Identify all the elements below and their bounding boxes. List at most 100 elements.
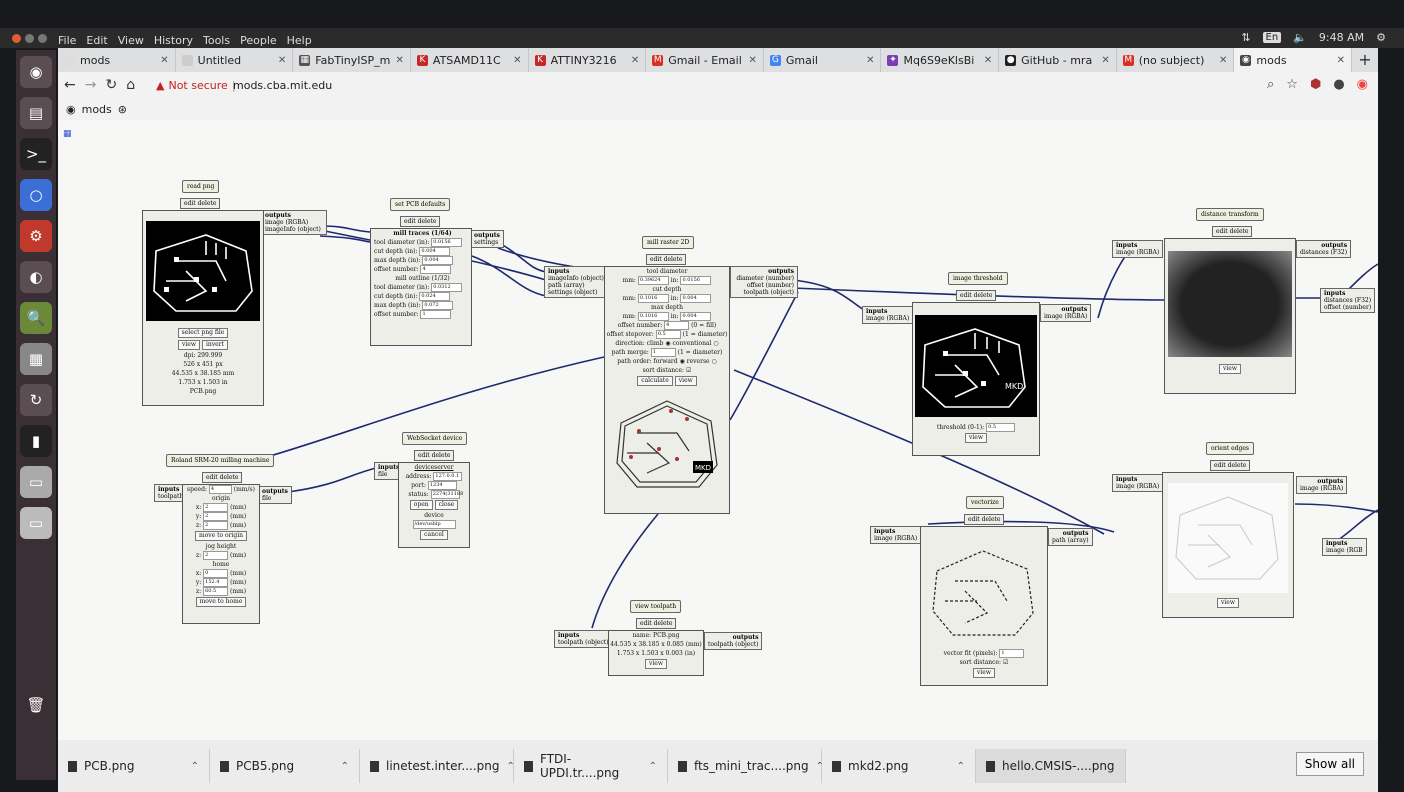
sort-distance-checkbox[interactable]: ☑	[1003, 659, 1008, 666]
url-field[interactable]: mods.cba.mit.edu	[233, 79, 332, 92]
chevron-up-icon[interactable]: ⌃	[649, 761, 657, 772]
chevron-up-icon[interactable]: ⌃	[191, 761, 199, 772]
view-button[interactable]: view	[973, 668, 995, 678]
chevron-up-icon[interactable]: ⌃	[957, 761, 965, 772]
download-item[interactable]: linetest.inter....png ⌃	[360, 749, 515, 783]
keyboard-language[interactable]: En	[1262, 32, 1282, 43]
offset-number-field[interactable]: 4	[420, 265, 452, 274]
menu-edit[interactable]: Edit	[86, 34, 107, 47]
tab-attiny3216[interactable]: K ATTINY3216 ✕	[529, 48, 647, 72]
select-png-button[interactable]: select png file	[177, 328, 229, 338]
close-icon[interactable]: ✕	[984, 55, 992, 66]
direction-climb-radio[interactable]: direction: climb	[615, 340, 663, 347]
mouse-icon[interactable]: ◐	[20, 261, 52, 293]
globe-icon[interactable]: ⊛	[118, 103, 127, 116]
jog-height-field[interactable]: 2	[203, 551, 229, 560]
image-viewer-icon[interactable]: 🔍	[20, 302, 52, 334]
drive-icon[interactable]: ▭	[20, 466, 52, 498]
cut-depth-mm-field[interactable]: 0.1016	[637, 294, 669, 303]
show-all-button[interactable]: Show all	[1295, 752, 1364, 776]
tab-mods[interactable]: mods ✕	[58, 48, 176, 72]
cut-depth-field[interactable]: 0.004	[419, 247, 451, 256]
close-icon[interactable]: ✕	[866, 55, 874, 66]
trash-icon[interactable]: 🗑	[20, 689, 52, 721]
network-icon[interactable]: ⇅	[1241, 31, 1250, 44]
tab-fabtinyisp[interactable]: ▦ FabTinyISP_m ✕	[293, 48, 411, 72]
cut-depth-in-field[interactable]: 0.004	[680, 294, 712, 303]
vectorize-edit-delete[interactable]: edit delete	[964, 514, 1005, 525]
origin-z-field[interactable]: 2	[203, 521, 229, 530]
mods-canvas[interactable]: ▦ read png edit delete outputs image (RG…	[58, 120, 1378, 740]
menu-view[interactable]: View	[118, 34, 144, 47]
extension-icon[interactable]: ●	[1333, 77, 1344, 92]
path-order-forward-radio[interactable]: path order: forward	[617, 358, 677, 365]
chrome-icon[interactable]: ○	[20, 179, 52, 211]
move-to-origin-button[interactable]: move to origin	[194, 531, 248, 541]
download-item[interactable]: hello.CMSIS-....png	[976, 749, 1126, 783]
download-item[interactable]: FTDI-UPDI.tr....png ⌃	[514, 749, 668, 783]
view-button[interactable]: view	[177, 340, 200, 350]
offset-stepover-field[interactable]: 0.5	[655, 330, 681, 339]
close-icon[interactable]: ✕	[748, 55, 756, 66]
files-icon[interactable]: ▤	[20, 97, 52, 129]
invert-button[interactable]: invert	[201, 340, 228, 350]
usb-drive-icon[interactable]: ▭	[20, 507, 52, 539]
home-z-field[interactable]: 60.5	[203, 587, 229, 596]
orient-edges-edit-delete[interactable]: edit delete	[1210, 460, 1251, 471]
view-button[interactable]: view	[1217, 598, 1239, 608]
download-item[interactable]: fts_mini_trac....png ⌃	[668, 749, 824, 783]
view-button[interactable]: view	[645, 659, 667, 669]
reload-icon[interactable]: ↻	[105, 77, 117, 93]
tab-gmail-email[interactable]: M Gmail - Email ✕	[646, 48, 764, 72]
roland-title[interactable]: Roland SRM-20 milling machine	[166, 454, 275, 467]
vectorize-title[interactable]: vectorize	[966, 496, 1004, 509]
max-depth-in-field[interactable]: 0.004	[680, 312, 712, 321]
home-icon[interactable]: ⌂	[126, 77, 135, 93]
view-button[interactable]: view	[1219, 364, 1241, 374]
outline-max-depth-field[interactable]: 0.072	[422, 301, 454, 310]
address-field[interactable]: 127.0.0.1	[433, 472, 463, 481]
close-icon[interactable]: ✕	[631, 55, 639, 66]
menu-file[interactable]: File	[58, 34, 76, 47]
outline-offset-number-field[interactable]: 1	[420, 310, 452, 319]
ubuntu-logo-icon[interactable]: ◉	[20, 56, 52, 88]
direction-conventional-radio[interactable]: conventional	[672, 340, 711, 347]
offset-number-field[interactable]: 4	[664, 321, 690, 330]
pcb-defaults-edit-delete[interactable]: edit delete	[400, 216, 441, 227]
sort-distance-checkbox[interactable]: ☑	[686, 367, 691, 374]
tool-diameter-field[interactable]: 0.0156	[431, 238, 463, 247]
roland-edit-delete[interactable]: edit delete	[202, 472, 243, 483]
mill-traces-button[interactable]: mill traces (1/64)	[374, 229, 471, 238]
menu-people[interactable]: People	[240, 34, 277, 47]
mill-raster-edit-delete[interactable]: edit delete	[646, 254, 687, 265]
calculator-icon[interactable]: ▦	[20, 343, 52, 375]
home-y-field[interactable]: 152.4	[203, 578, 229, 587]
device-field[interactable]: /dev/usblp	[412, 520, 456, 529]
close-button[interactable]: close	[434, 500, 459, 510]
window-controls[interactable]	[12, 34, 47, 43]
terminal-icon[interactable]: >_	[20, 138, 52, 170]
open-button[interactable]: open	[409, 500, 433, 510]
close-icon[interactable]: ✕	[160, 55, 168, 66]
menu-help[interactable]: Help	[287, 34, 312, 47]
download-item[interactable]: mkd2.png ⌃	[822, 749, 976, 783]
distance-transform-edit-delete[interactable]: edit delete	[1212, 226, 1253, 237]
download-item[interactable]: PCB5.png ⌃	[210, 749, 360, 783]
chevron-up-icon[interactable]: ⌃	[341, 761, 349, 772]
new-tab-button[interactable]: +	[1352, 48, 1378, 72]
view-toolpath-edit-delete[interactable]: edit delete	[636, 618, 677, 629]
close-icon[interactable]: ✕	[1101, 55, 1109, 66]
threshold-field[interactable]: 0.5	[986, 423, 1016, 432]
clock[interactable]: 9:48 AM	[1319, 31, 1364, 44]
update-icon[interactable]: ↻	[20, 384, 52, 416]
bookmark-mods[interactable]: ◉ mods ⊛	[66, 103, 127, 116]
tab-gmail[interactable]: G Gmail ✕	[764, 48, 882, 72]
search-icon[interactable]: ⌕	[1267, 77, 1274, 92]
minimize-window-icon[interactable]	[25, 34, 34, 43]
tool-diameter-mm-field[interactable]: 0.39624	[637, 276, 669, 285]
image-threshold-title[interactable]: image threshold	[948, 272, 1008, 285]
back-icon[interactable]: ←	[64, 77, 76, 93]
maximize-window-icon[interactable]	[38, 34, 47, 43]
home-x-field[interactable]: 0	[203, 569, 229, 578]
security-indicator[interactable]: ▲ Not secure |	[156, 79, 236, 92]
